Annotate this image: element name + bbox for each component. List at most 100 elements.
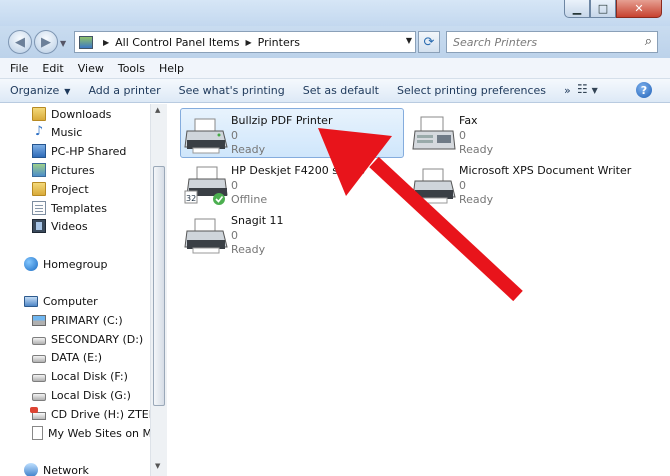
address-bar[interactable]: ▶ All Control Panel Items ▶ Printers ▼: [74, 31, 416, 53]
nav-item-web-sites[interactable]: My Web Sites on MS: [32, 424, 150, 442]
music-icon: ♪: [34, 124, 44, 139]
menu-help[interactable]: Help: [159, 62, 184, 75]
printer-document-count: 0: [231, 179, 238, 192]
printer-tile-fax[interactable]: Fax 0 Ready: [408, 108, 628, 158]
nav-item-label: PRIMARY (C:): [51, 313, 123, 327]
printer-document-count: 0: [231, 229, 238, 242]
nav-item-label: My Web Sites on MS: [48, 426, 150, 440]
nav-item-label: DATA (E:): [51, 350, 103, 364]
nav-item-label: Homegroup: [43, 257, 108, 271]
printer-tile-xps-writer[interactable]: Microsoft XPS Document Writer 0 Ready: [408, 158, 648, 208]
control-panel-icon: [79, 35, 93, 49]
menu-tools[interactable]: Tools: [118, 62, 145, 75]
nav-item-label: PC-HP Shared: [51, 144, 127, 158]
web-folder-icon: [32, 426, 43, 440]
printer-document-count: 0: [231, 129, 238, 142]
organize-button[interactable]: Organize ▼: [10, 84, 70, 97]
nav-item-drive-e[interactable]: DATA (E:): [32, 348, 102, 366]
recent-pages-dropdown[interactable]: ▼: [60, 39, 66, 48]
navigation-pane: Downloads ♪ Music PC-HP Shared Pictures P…: [0, 104, 150, 476]
nav-item-music[interactable]: ♪ Music: [32, 123, 82, 141]
nav-item-label: SECONDARY (D:): [51, 332, 144, 346]
scroll-down-icon[interactable]: ▼: [155, 462, 160, 470]
hard-drive-icon: [32, 373, 46, 382]
breadcrumb-control-panel[interactable]: All Control Panel Items: [115, 36, 239, 49]
more-commands-button[interactable]: »: [564, 84, 571, 97]
nav-item-drive-d[interactable]: SECONDARY (D:): [32, 330, 143, 348]
nav-item-label: Local Disk (G:): [51, 388, 131, 402]
nav-item-label: Project: [51, 182, 89, 196]
nav-item-drive-g[interactable]: Local Disk (G:): [32, 386, 131, 404]
search-icon[interactable]: ⌕: [645, 34, 652, 49]
help-button[interactable]: ?: [636, 82, 652, 98]
printer-tile-hp-deskjet[interactable]: 32 HP Deskjet F4200 series 0 Offline: [180, 158, 404, 208]
computer-icon: [24, 295, 38, 307]
add-printer-button[interactable]: Add a printer: [88, 84, 160, 97]
printer-status: Offline: [231, 193, 268, 206]
scroll-up-icon[interactable]: ▲: [155, 106, 160, 114]
documents-icon: [32, 201, 46, 215]
nav-item-label: Computer: [43, 294, 98, 308]
menu-view[interactable]: View: [78, 62, 104, 75]
see-printing-button[interactable]: See what's printing: [179, 84, 285, 97]
minimize-button[interactable]: ▁: [564, 0, 590, 18]
printer-status: Ready: [459, 143, 494, 156]
search-input[interactable]: [453, 35, 633, 49]
printer-status: Ready: [459, 193, 494, 206]
address-dropdown-icon[interactable]: ▼: [406, 36, 412, 45]
printer-name: HP Deskjet F4200 series: [231, 164, 365, 177]
network-icon: [24, 463, 38, 476]
nav-item-pc-hp-shared[interactable]: PC-HP Shared: [32, 142, 126, 160]
svg-text:32: 32: [186, 194, 196, 203]
nav-item-drive-h[interactable]: CD Drive (H:) ZTEMC: [30, 405, 150, 423]
breadcrumb-printers[interactable]: Printers: [258, 36, 300, 49]
back-arrow-icon: ◀: [15, 34, 25, 50]
menu-bar: File Edit View Tools Help: [0, 58, 670, 79]
printers-content-pane: Bullzip PDF Printer 0 Ready Fax 0 Ready …: [168, 104, 670, 476]
nav-item-pictures[interactable]: Pictures: [32, 161, 95, 179]
shared-folder-icon: [32, 144, 46, 158]
scroll-thumb[interactable]: [153, 166, 165, 406]
printer-icon: [412, 168, 456, 204]
refresh-button[interactable]: ⟳: [418, 31, 440, 53]
printer-icon: 32: [184, 166, 228, 205]
view-options-icon: ☷: [577, 82, 588, 96]
nav-item-computer[interactable]: Computer: [24, 292, 98, 310]
printer-status: Ready: [231, 243, 266, 256]
nav-item-project[interactable]: Project: [32, 180, 89, 198]
breadcrumb-separator-icon: ▶: [245, 37, 252, 47]
set-default-button[interactable]: Set as default: [303, 84, 379, 97]
nav-item-downloads[interactable]: Downloads: [32, 105, 111, 123]
printer-tile-snagit[interactable]: Snagit 11 0 Ready: [180, 208, 404, 258]
change-view-button[interactable]: ☷ ▼: [577, 82, 598, 96]
maximize-button[interactable]: □: [590, 0, 616, 18]
nav-item-homegroup[interactable]: Homegroup: [24, 255, 107, 273]
dropdown-arrow-icon: ▼: [591, 86, 598, 95]
printer-name: Snagit 11: [231, 214, 284, 227]
menu-file[interactable]: File: [10, 62, 28, 75]
caption-buttons: ▁ □ ✕: [564, 0, 662, 18]
nav-item-drive-f[interactable]: Local Disk (F:): [32, 367, 128, 385]
close-button[interactable]: ✕: [616, 0, 662, 18]
nav-item-videos[interactable]: Videos: [32, 217, 88, 235]
folder-icon: [32, 107, 46, 121]
forward-button[interactable]: ▶: [34, 30, 58, 54]
nav-scrollbar[interactable]: ▲ ▼: [150, 104, 167, 476]
nav-item-label: Local Disk (F:): [51, 369, 128, 383]
printing-preferences-button[interactable]: Select printing preferences: [397, 84, 546, 97]
menu-edit[interactable]: Edit: [42, 62, 63, 75]
nav-item-network[interactable]: Network: [24, 461, 89, 476]
system-drive-icon: [32, 314, 46, 326]
videos-icon: [32, 219, 46, 233]
printer-icon: [184, 218, 228, 254]
printer-icon: [184, 118, 228, 154]
search-box: ⌕: [446, 31, 658, 53]
printer-name: Fax: [459, 114, 478, 127]
nav-item-drive-c[interactable]: PRIMARY (C:): [32, 311, 123, 329]
nav-item-templates[interactable]: Templates: [32, 199, 107, 217]
back-button[interactable]: ◀: [8, 30, 32, 54]
printer-tile-bullzip[interactable]: Bullzip PDF Printer 0 Ready: [180, 108, 404, 158]
breadcrumb-separator-icon: ▶: [103, 37, 110, 47]
printer-document-count: 0: [459, 129, 466, 142]
printer-name: Microsoft XPS Document Writer: [459, 164, 632, 177]
